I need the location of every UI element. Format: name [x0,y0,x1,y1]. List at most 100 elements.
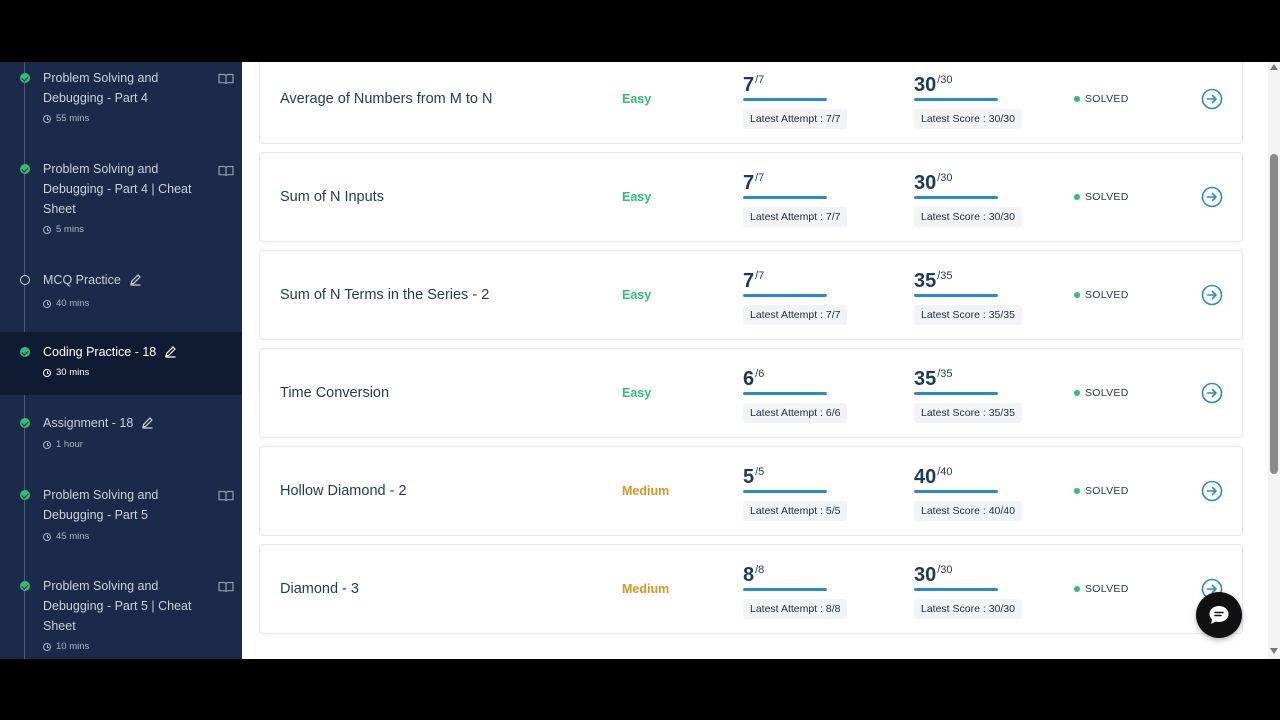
completed-check-icon [20,73,30,83]
status-badge: SOLVED [1074,191,1129,203]
attempt-progress-fill [743,196,827,199]
sidebar-item-mcq-practice[interactable]: MCQ Practice 40 mins [0,265,242,315]
latest-attempt-chip: Latest Attempt : 7/7 [743,207,848,227]
scroll-thumb[interactable] [1270,154,1278,474]
latest-score-chip: Latest Score : 30/30 [914,109,1022,129]
completed-check-icon [20,490,30,500]
question-card[interactable]: Hollow Diamond - 2 Medium 5/5 Latest Attemp… [259,446,1243,536]
attempt-progress-fill [743,490,827,493]
latest-score-chip: Latest Score : 30/30 [914,599,1022,619]
completed-check-icon [20,581,30,591]
difficulty-label: Medium [622,582,670,596]
sidebar-item-duration: 30 mins [43,367,89,378]
sidebar-item-ps-debugging-part5-cheatsheet[interactable]: Problem Solving and Debugging - Part 5 |… [0,571,242,659]
status-badge: SOLVED [1074,485,1129,497]
sidebar-item-assignment-18[interactable]: Assignment - 18 1 hour [0,408,242,458]
incomplete-circle-icon [20,275,30,285]
question-title[interactable]: Sum of N Inputs [280,189,384,205]
score-value: 30/30 [914,172,953,194]
book-icon [218,165,234,177]
question-title[interactable]: Time Conversion [280,385,389,401]
status-badge: SOLVED [1074,93,1129,105]
score-metric: 30/30 Latest Score : 30/30 [914,168,1054,227]
completed-check-icon [20,418,30,428]
sidebar-item-duration: 55 mins [43,113,89,124]
clock-icon [43,368,51,377]
scroll-up-arrow-icon[interactable] [1270,64,1278,70]
score-value: 30/30 [914,74,953,96]
pencil-icon [142,417,154,429]
attempt-metric: 8/8 Latest Attempt : 8/8 [743,560,883,619]
latest-attempt-chip: Latest Attempt : 5/5 [743,501,848,521]
score-value: 35/35 [914,368,953,390]
score-value: 30/30 [914,564,953,586]
question-card[interactable]: Average of Numbers from M to N Easy 7/7 Lat… [259,62,1243,144]
latest-score-chip: Latest Score : 35/35 [914,403,1022,423]
score-metric: 35/35 Latest Score : 35/35 [914,364,1054,423]
arrow-right-circle-icon[interactable] [1201,480,1223,502]
attempt-metric: 7/7 Latest Attempt : 7/7 [743,70,883,129]
arrow-right-circle-icon[interactable] [1201,382,1223,404]
status-badge: SOLVED [1074,583,1129,595]
difficulty-label: Easy [622,190,652,204]
questions-list: Average of Numbers from M to N Easy 7/7 Lat… [242,62,1268,659]
sidebar-item-coding-practice-18[interactable]: Coding Practice - 18 30 mins [0,332,242,395]
attempt-progress-bar [743,196,827,199]
pencil-icon [165,346,177,358]
chat-button[interactable] [1196,592,1242,638]
question-card[interactable]: Diamond - 3 Medium 8/8 Latest Attempt : 8/8… [259,544,1243,634]
score-progress-bar [914,98,998,101]
sidebar-item-title: MCQ Practice [43,270,208,290]
attempt-metric: 5/5 Latest Attempt : 5/5 [743,462,883,521]
scroll-down-arrow-icon[interactable] [1270,648,1278,654]
score-metric: 35/35 Latest Score : 35/35 [914,266,1054,325]
question-card[interactable]: Sum of N Inputs Easy 7/7 Latest Attempt : 7… [259,152,1243,242]
attempt-progress-fill [743,392,827,395]
sidebar-item-title: Problem Solving and Debugging - Part 4 |… [43,162,192,216]
arrow-right-circle-icon[interactable] [1201,186,1223,208]
attempt-value: 5/5 [743,466,765,488]
app-frame: Problem Solving and Debugging - Part 4 5… [0,62,1280,659]
score-progress-bar [914,392,998,395]
question-title[interactable]: Sum of N Terms in the Series - 2 [280,287,489,303]
attempt-progress-bar [743,588,827,591]
question-title[interactable]: Average of Numbers from M to N [280,91,492,107]
sidebar-item-ps-debugging-part5[interactable]: Problem Solving and Debugging - Part 5 4… [0,480,242,552]
book-icon [218,581,234,593]
sidebar-item-title: Problem Solving and Debugging - Part 5 |… [43,579,192,633]
attempt-value: 7/7 [743,270,765,292]
attempt-progress-fill [743,588,827,591]
arrow-right-circle-icon[interactable] [1201,88,1223,110]
clock-icon [43,642,51,651]
sidebar-item-title: Problem Solving and Debugging - Part 5 [43,488,159,522]
latest-score-chip: Latest Score : 40/40 [914,501,1022,521]
clock-icon [43,299,51,308]
scrollbar[interactable] [1268,62,1280,659]
score-value: 35/35 [914,270,953,292]
difficulty-label: Medium [622,484,670,498]
sidebar-item-ps-debugging-part4[interactable]: Problem Solving and Debugging - Part 4 5… [0,62,242,134]
score-progress-bar [914,294,998,297]
score-progress-fill [914,294,998,297]
question-title[interactable]: Hollow Diamond - 2 [280,483,407,499]
attempt-metric: 7/7 Latest Attempt : 7/7 [743,168,883,227]
latest-attempt-chip: Latest Attempt : 8/8 [743,599,848,619]
score-progress-bar [914,196,998,199]
question-title[interactable]: Diamond - 3 [280,581,359,597]
attempt-value: 6/6 [743,368,765,390]
sidebar-item-duration: 5 mins [43,224,84,235]
difficulty-label: Easy [622,386,652,400]
status-dot-icon [1074,96,1080,102]
sidebar-item-duration: 45 mins [43,531,89,542]
attempt-metric: 7/7 Latest Attempt : 7/7 [743,266,883,325]
arrow-right-circle-icon[interactable] [1201,284,1223,306]
question-card[interactable]: Time Conversion Easy 6/6 Latest Attempt : 6… [259,348,1243,438]
score-progress-fill [914,588,998,591]
status-dot-icon [1074,488,1080,494]
clock-icon [43,532,51,541]
completed-check-icon [20,347,30,357]
sidebar-item-ps-debugging-part4-cheatsheet[interactable]: Problem Solving and Debugging - Part 4 |… [0,154,242,244]
question-card[interactable]: Sum of N Terms in the Series - 2 Easy 7/7 L… [259,250,1243,340]
attempt-value: 7/7 [743,172,765,194]
score-progress-bar [914,490,998,493]
